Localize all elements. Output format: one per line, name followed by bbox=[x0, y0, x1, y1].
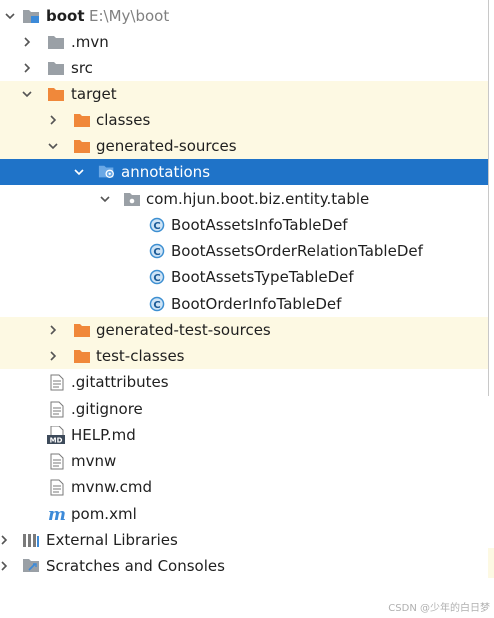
markdown-file-icon: MD bbox=[46, 422, 68, 448]
chevron-down-icon[interactable] bbox=[98, 186, 112, 212]
scroll-highlight bbox=[488, 548, 494, 578]
package-icon bbox=[123, 186, 141, 212]
scroll-gutter[interactable] bbox=[488, 0, 494, 618]
chevron-right-icon[interactable] bbox=[46, 317, 60, 343]
tree-label: mvnw bbox=[71, 452, 117, 470]
text-file-icon bbox=[48, 396, 66, 422]
chevron-right-icon[interactable] bbox=[20, 55, 34, 81]
class-icon: C bbox=[148, 264, 166, 290]
chevron-right-icon[interactable] bbox=[46, 107, 60, 133]
tree-row-annotations[interactable]: annotations bbox=[0, 159, 488, 185]
class-icon: C bbox=[148, 212, 166, 238]
tree-row-help-md[interactable]: MD HELP.md bbox=[0, 422, 488, 448]
svg-text:C: C bbox=[153, 273, 160, 284]
chevron-right-icon[interactable] bbox=[46, 343, 60, 369]
project-name: boot bbox=[46, 7, 85, 25]
tree-label: classes bbox=[96, 111, 151, 129]
tree-row-classes[interactable]: classes bbox=[0, 107, 488, 133]
tree-row-gitignore[interactable]: .gitignore bbox=[0, 396, 488, 422]
tree-label: target bbox=[71, 85, 117, 103]
tree-row-package[interactable]: com.hjun.boot.biz.entity.table bbox=[0, 186, 488, 212]
tree-row-class[interactable]: C BootAssetsOrderRelationTableDef bbox=[0, 238, 488, 264]
folder-icon bbox=[47, 29, 65, 55]
tree-row-src[interactable]: src bbox=[0, 55, 488, 81]
text-file-icon bbox=[48, 474, 66, 500]
tree-row-gitattributes[interactable]: .gitattributes bbox=[0, 369, 488, 395]
tree-row-generated-test-sources[interactable]: generated-test-sources bbox=[0, 317, 488, 343]
tree-row-external-libraries[interactable]: External Libraries bbox=[0, 527, 488, 553]
project-path: E:\My\boot bbox=[89, 7, 170, 25]
tree-row-mvn[interactable]: .mvn bbox=[0, 29, 488, 55]
module-folder-icon bbox=[22, 3, 40, 29]
tree-row-pom-xml[interactable]: m pom.xml bbox=[0, 501, 488, 527]
tree-label: .gitignore bbox=[71, 400, 143, 418]
excluded-folder-icon bbox=[47, 81, 65, 107]
tree-label: External Libraries bbox=[46, 531, 178, 549]
tree-label: generated-sources bbox=[96, 137, 237, 155]
chevron-down-icon[interactable] bbox=[3, 3, 17, 29]
tree-label: BootAssetsTypeTableDef bbox=[171, 268, 354, 286]
tree-row-generated-sources[interactable]: generated-sources bbox=[0, 133, 488, 159]
chevron-right-icon[interactable] bbox=[20, 29, 34, 55]
folder-icon bbox=[47, 55, 65, 81]
chevron-down-icon[interactable] bbox=[20, 81, 34, 107]
svg-text:C: C bbox=[153, 247, 160, 258]
excluded-folder-icon bbox=[73, 133, 91, 159]
tree-label: BootAssetsOrderRelationTableDef bbox=[171, 242, 423, 260]
tree-label: .gitattributes bbox=[71, 373, 169, 391]
tree-label: HELP.md bbox=[71, 426, 136, 444]
chevron-down-icon[interactable] bbox=[72, 159, 86, 185]
chevron-down-icon[interactable] bbox=[46, 133, 60, 159]
text-file-icon bbox=[48, 448, 66, 474]
tree-label: mvnw.cmd bbox=[71, 478, 153, 496]
svg-text:m: m bbox=[48, 505, 66, 523]
tree-row-class[interactable]: C BootOrderInfoTableDef bbox=[0, 291, 488, 317]
tree-row-mvnw-cmd[interactable]: mvnw.cmd bbox=[0, 474, 488, 500]
tree-label: BootAssetsInfoTableDef bbox=[171, 216, 348, 234]
svg-text:C: C bbox=[153, 300, 160, 311]
tree-label: annotations bbox=[121, 163, 211, 181]
excluded-folder-icon bbox=[73, 343, 91, 369]
tree-row-boot[interactable]: boot E:\My\boot bbox=[0, 3, 488, 29]
tree-row-mvnw[interactable]: mvnw bbox=[0, 448, 488, 474]
watermark: CSDN @少年的白日梦 bbox=[388, 603, 490, 614]
tree-row-class[interactable]: C BootAssetsInfoTableDef bbox=[0, 212, 488, 238]
tree-label: src bbox=[71, 59, 93, 77]
tree-label: Scratches and Consoles bbox=[46, 557, 225, 575]
generated-sources-folder-icon bbox=[98, 159, 116, 185]
text-file-icon bbox=[48, 369, 66, 395]
excluded-folder-icon bbox=[73, 317, 91, 343]
tree-row-target[interactable]: target bbox=[0, 81, 488, 107]
chevron-right-icon[interactable] bbox=[0, 527, 11, 553]
tree-label: BootOrderInfoTableDef bbox=[171, 295, 342, 313]
maven-file-icon: m bbox=[47, 501, 67, 527]
svg-text:C: C bbox=[153, 221, 160, 232]
tree-label: test-classes bbox=[96, 347, 185, 365]
tree-row-scratches[interactable]: Scratches and Consoles bbox=[0, 553, 488, 579]
tree-row-class[interactable]: C BootAssetsTypeTableDef bbox=[0, 264, 488, 290]
chevron-right-icon[interactable] bbox=[0, 553, 11, 579]
tree-label: generated-test-sources bbox=[96, 321, 271, 339]
library-icon bbox=[22, 527, 40, 553]
scratches-icon bbox=[22, 553, 40, 579]
tree-label: .mvn bbox=[71, 33, 109, 51]
tree-label: com.hjun.boot.biz.entity.table bbox=[146, 190, 370, 208]
excluded-folder-icon bbox=[73, 107, 91, 133]
svg-text:MD: MD bbox=[50, 437, 63, 445]
scroll-track bbox=[488, 0, 494, 396]
tree-label: pom.xml bbox=[71, 505, 137, 523]
class-icon: C bbox=[148, 238, 166, 264]
class-icon: C bbox=[148, 291, 166, 317]
tree-row-test-classes[interactable]: test-classes bbox=[0, 343, 488, 369]
